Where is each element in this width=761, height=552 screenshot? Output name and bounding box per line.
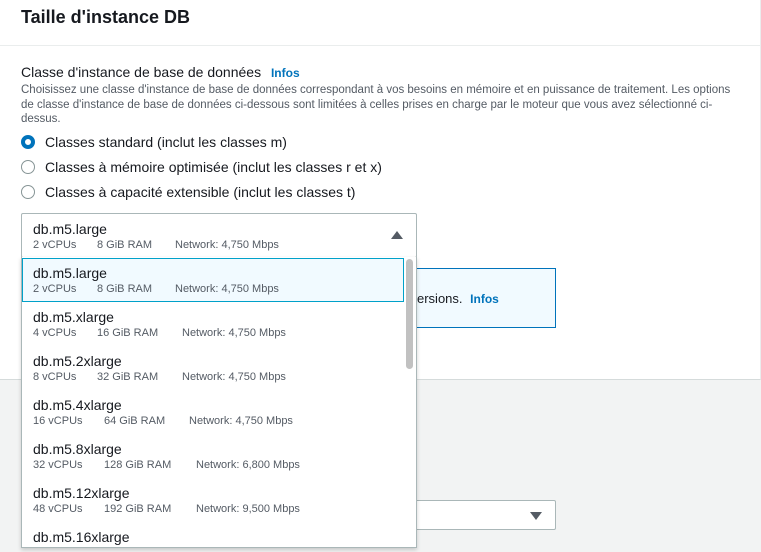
option-meta: 32 vCPUs 128 GiB RAM Network: 6,800 Mbps (33, 459, 404, 471)
option-meta: 2 vCPUs 8 GiB RAM Network: 4,750 Mbps (33, 283, 403, 295)
option-name: db.m5.xlarge (33, 309, 114, 325)
instance-class-label-text: Classe d'instance de base de données (21, 64, 262, 80)
network-text: Network: 4,750 Mbps (189, 415, 293, 427)
network-text: Network: 9,500 Mbps (196, 503, 300, 515)
ram-text: 8 GiB RAM (97, 239, 153, 251)
caret-down-icon (530, 512, 542, 520)
vcpu-text: 32 vCPUs (33, 459, 83, 471)
ram-text: 192 GiB RAM (104, 503, 172, 515)
radio-memory-optimized-classes[interactable]: Classes à mémoire optimisée (inclut les … (21, 157, 382, 177)
network-text: Network: 4,750 Mbps (175, 283, 279, 295)
radio-label: Classes standard (inclut les classes m) (45, 134, 287, 150)
dropdown-option-db-m5-xlarge[interactable]: db.m5.xlarge 4 vCPUs 16 GiB RAM Network: 4… (22, 302, 404, 346)
info-alert-message: ersions. (417, 291, 463, 306)
network-text: Network: 4,750 Mbps (182, 371, 286, 383)
radio-label: Classes à mémoire optimisée (inclut les … (45, 159, 382, 175)
radio-button[interactable] (21, 185, 35, 199)
network-text: Network: 6,800 Mbps (196, 459, 300, 471)
ram-text: 8 GiB RAM (97, 283, 153, 295)
instance-class-label: Classe d'instance de base de données Inf… (21, 64, 300, 80)
option-meta: 8 vCPUs 32 GiB RAM Network: 4,750 Mbps (33, 371, 404, 383)
info-alert-box: ersions. Infos (400, 268, 556, 328)
select-value-name: db.m5.large (33, 221, 107, 237)
panel-header: Taille d'instance DB (0, 0, 761, 46)
option-name: db.m5.2xlarge (33, 353, 122, 369)
dropdown-option-db-m5-12xlarge[interactable]: db.m5.12xlarge 48 vCPUs 192 GiB RAM Networ… (22, 478, 404, 522)
vcpu-text: 2 vCPUs (33, 283, 77, 295)
option-name: db.m5.16xlarge (33, 529, 130, 545)
option-meta: 48 vCPUs 192 GiB RAM Network: 9,500 Mbps (33, 503, 404, 515)
option-name: db.m5.8xlarge (33, 441, 122, 457)
radio-burstable-classes[interactable]: Classes à capacité extensible (inclut le… (21, 182, 355, 202)
info-alert-text: ersions. Infos (417, 291, 499, 306)
dropdown-option-db-m5-16xlarge[interactable]: db.m5.16xlarge (22, 522, 404, 547)
info-link[interactable]: Infos (271, 66, 300, 80)
instance-class-dropdown-list[interactable]: db.m5.large 2 vCPUs 8 GiB RAM Network: 4,7… (21, 257, 417, 548)
option-meta: 16 vCPUs 64 GiB RAM Network: 4,750 Mbps (33, 415, 404, 427)
option-name: db.m5.4xlarge (33, 397, 122, 413)
lower-select-field[interactable] (410, 500, 556, 530)
radio-label: Classes à capacité extensible (inclut le… (45, 184, 356, 200)
radio-button-checked[interactable] (21, 135, 35, 149)
dropdown-option-db-m5-4xlarge[interactable]: db.m5.4xlarge 16 vCPUs 64 GiB RAM Network:… (22, 390, 404, 434)
ram-text: 32 GiB RAM (97, 371, 159, 383)
panel-title: Taille d'instance DB (21, 7, 190, 27)
radio-standard-classes[interactable]: Classes standard (inclut les classes m) (21, 132, 287, 152)
dropdown-option-db-m5-2xlarge[interactable]: db.m5.2xlarge 8 vCPUs 32 GiB RAM Network: … (22, 346, 404, 390)
ram-text: 64 GiB RAM (104, 415, 166, 427)
instance-class-description: Choisissez une classe d'instance de base… (21, 84, 731, 125)
option-name: db.m5.12xlarge (33, 485, 130, 501)
dropdown-scrollbar[interactable] (406, 259, 413, 369)
option-name: db.m5.large (33, 265, 107, 281)
radio-button[interactable] (21, 160, 35, 174)
caret-up-icon[interactable] (391, 231, 403, 239)
network-text: Network: 4,750 Mbps (175, 239, 279, 251)
instance-class-select[interactable]: db.m5.large 2 vCPUs 8 GiB RAM Network: 4,7… (21, 213, 417, 258)
option-meta: 4 vCPUs 16 GiB RAM Network: 4,750 Mbps (33, 327, 404, 339)
select-value-meta: 2 vCPUs 8 GiB RAM Network: 4,750 Mbps (33, 239, 279, 251)
ram-text: 128 GiB RAM (104, 459, 172, 471)
vcpu-text: 4 vCPUs (33, 327, 77, 339)
dropdown-option-db-m5-large[interactable]: db.m5.large 2 vCPUs 8 GiB RAM Network: 4,7… (22, 258, 404, 302)
dropdown-option-db-m5-8xlarge[interactable]: db.m5.8xlarge 32 vCPUs 128 GiB RAM Network… (22, 434, 404, 478)
vcpu-text: 2 vCPUs (33, 239, 77, 251)
info-link[interactable]: Infos (470, 292, 499, 306)
vcpu-text: 16 vCPUs (33, 415, 83, 427)
ram-text: 16 GiB RAM (97, 327, 159, 339)
vcpu-text: 8 vCPUs (33, 371, 77, 383)
select-value: db.m5.large 2 vCPUs 8 GiB RAM Network: 4,7… (33, 221, 279, 251)
vcpu-text: 48 vCPUs (33, 503, 83, 515)
network-text: Network: 4,750 Mbps (182, 327, 286, 339)
